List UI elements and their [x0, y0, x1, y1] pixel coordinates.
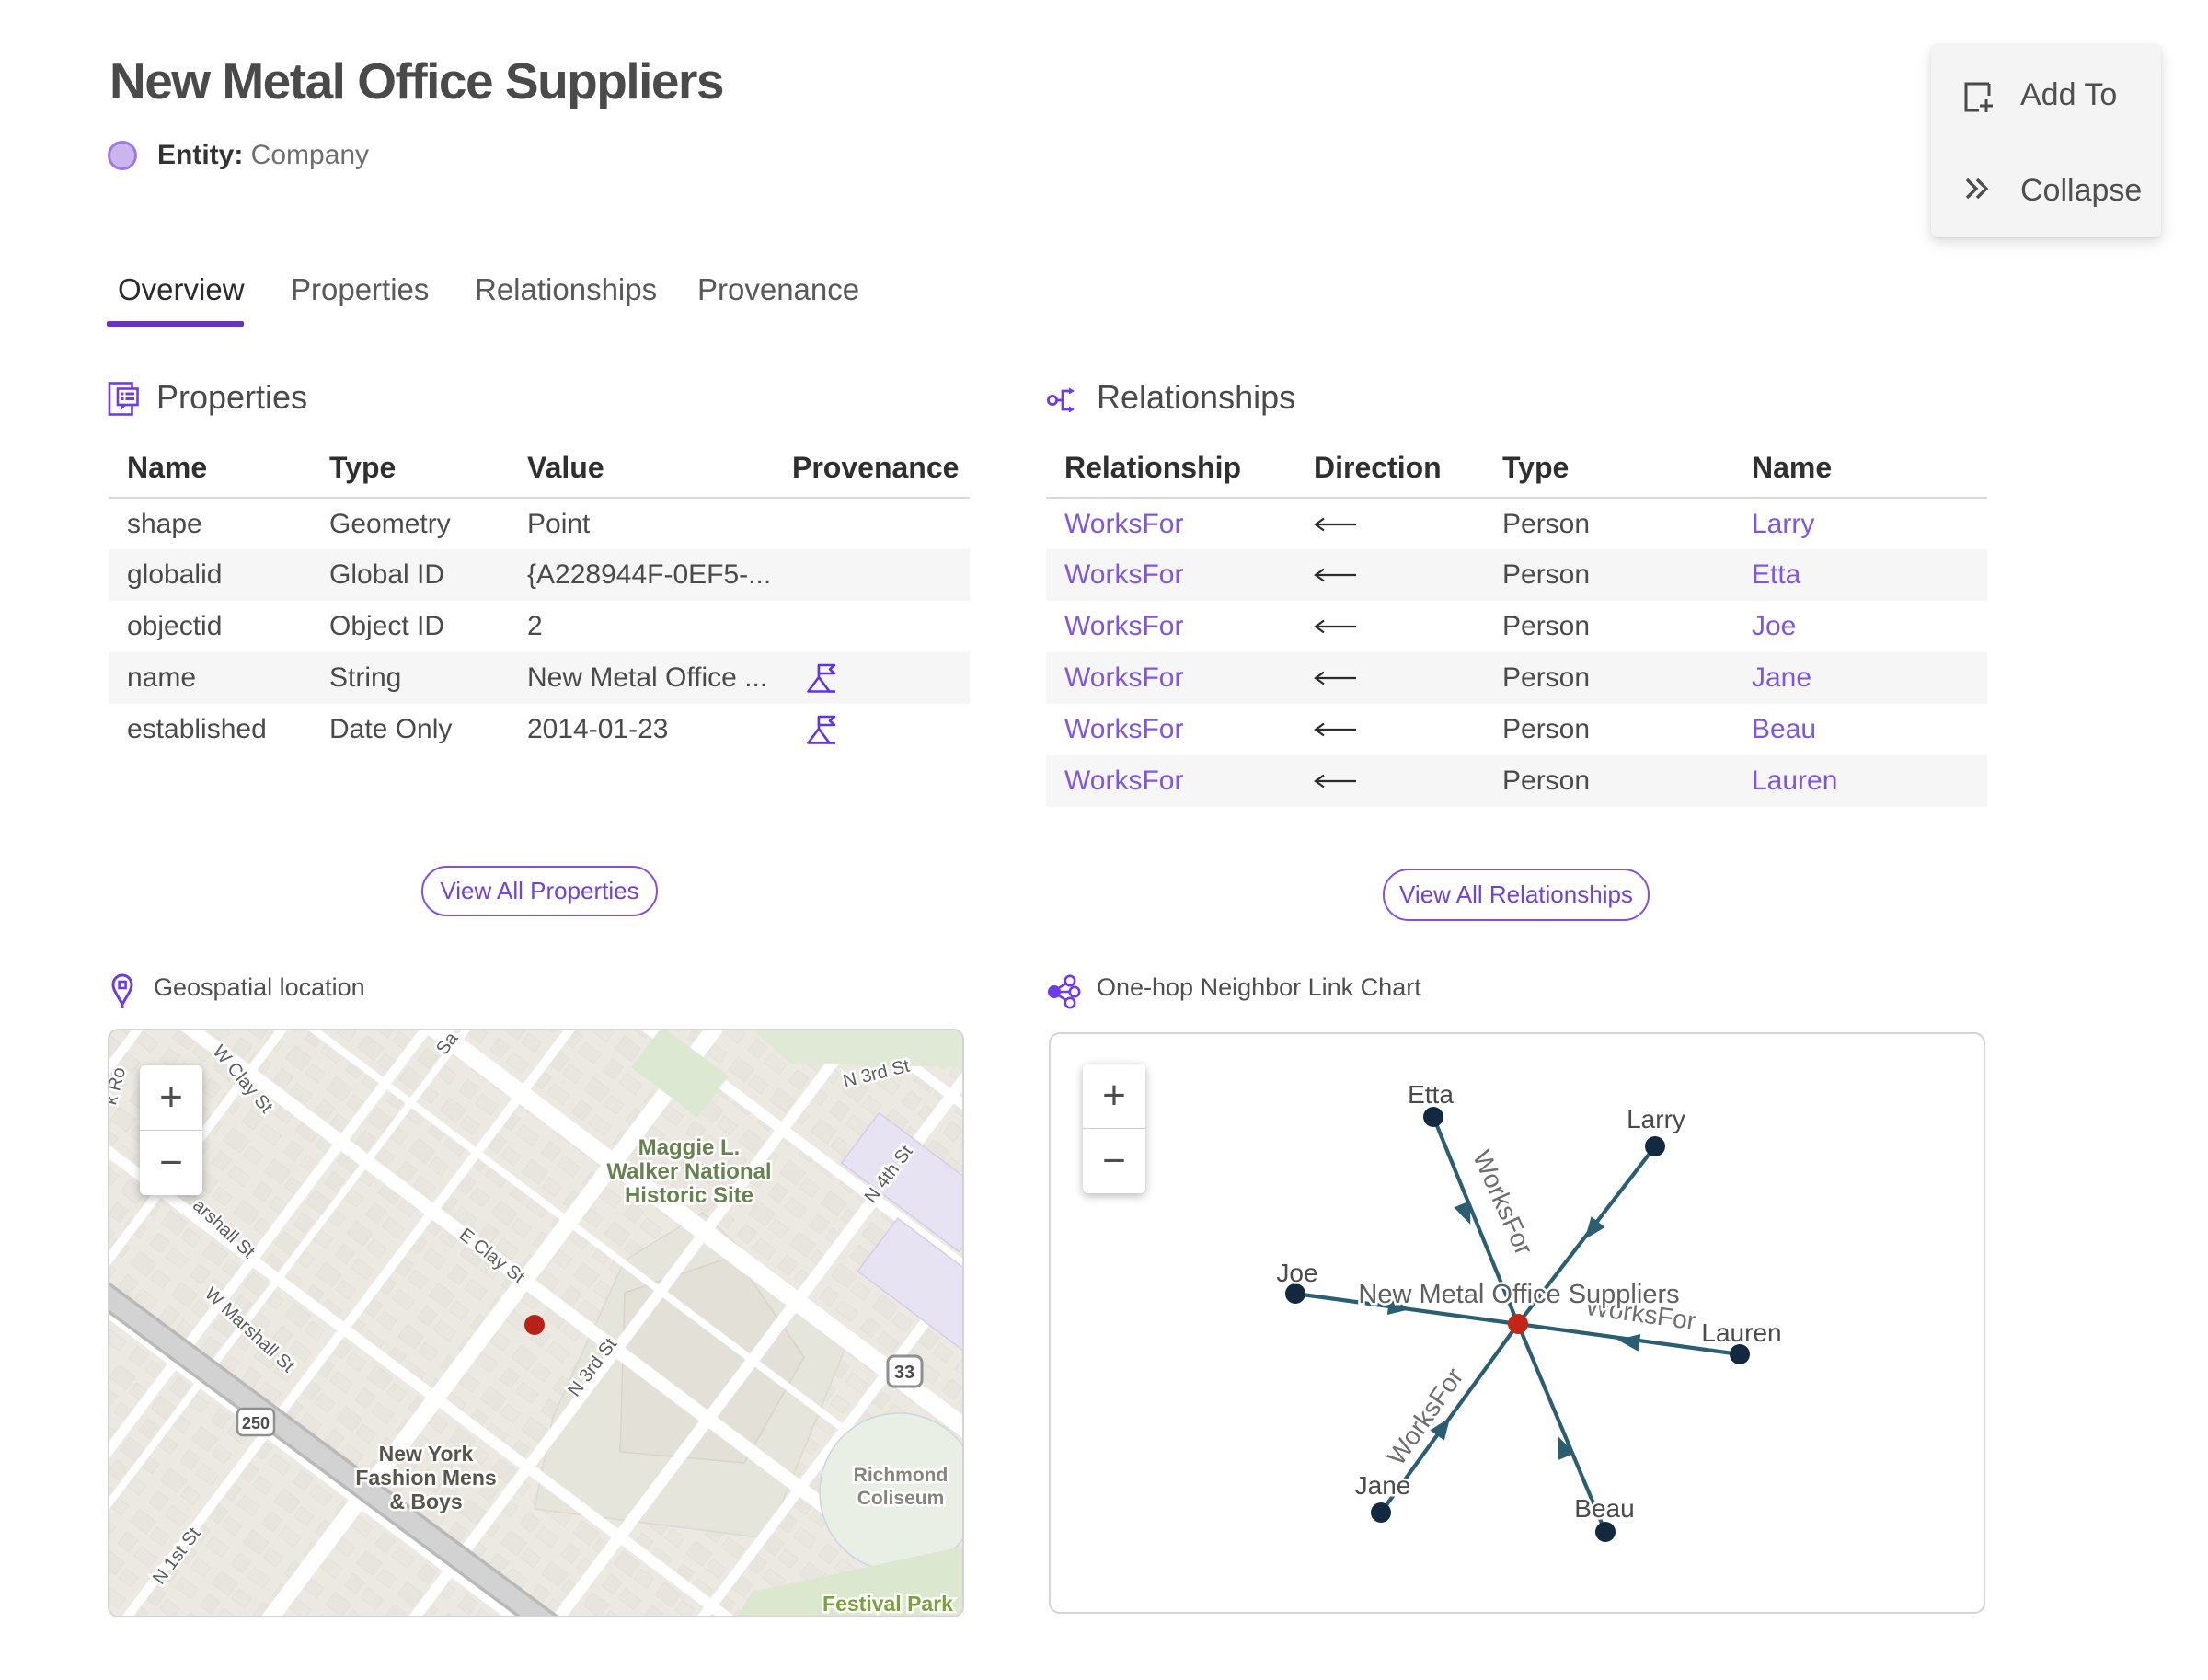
svg-text:250: 250 [242, 1414, 270, 1433]
svg-text:Coliseum: Coliseum [857, 1488, 945, 1509]
svg-text:& Boys: & Boys [389, 1490, 462, 1513]
svg-text:WorksFor: WorksFor [1467, 1146, 1538, 1260]
svg-text:New York: New York [379, 1442, 474, 1466]
svg-text:Maggie L.: Maggie L. [638, 1135, 741, 1160]
svg-text:Walker National: Walker National [606, 1159, 771, 1184]
svg-text:New Metal Office Suppliers: New Metal Office Suppliers [1358, 1280, 1679, 1309]
svg-text:Richmond: Richmond [854, 1465, 949, 1486]
svg-text:Beau: Beau [1574, 1494, 1634, 1523]
svg-text:Jane: Jane [1355, 1471, 1411, 1500]
svg-text:Etta: Etta [1408, 1080, 1454, 1109]
svg-text:Historic Site: Historic Site [625, 1183, 753, 1208]
svg-text:Fashion Mens: Fashion Mens [355, 1466, 496, 1490]
svg-text:Larry: Larry [1627, 1105, 1685, 1133]
svg-text:Lauren: Lauren [1701, 1318, 1781, 1347]
svg-text:33: 33 [894, 1363, 914, 1383]
svg-text:Festival Park: Festival Park [822, 1592, 953, 1616]
svg-text:Joe: Joe [1276, 1259, 1317, 1287]
